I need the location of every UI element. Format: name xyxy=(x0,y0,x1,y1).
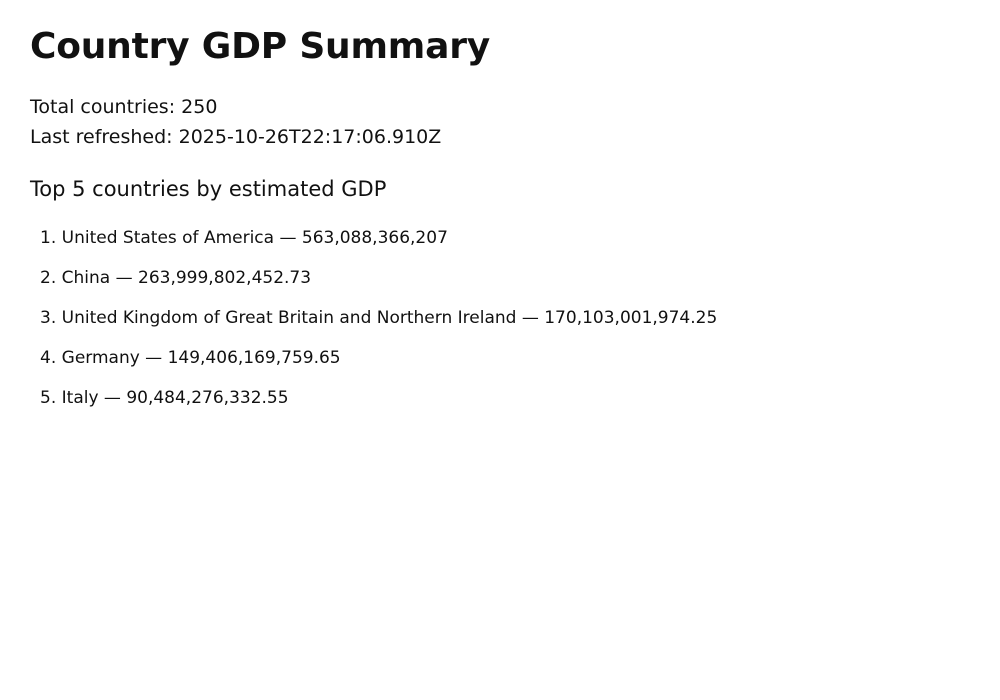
list-item-rank: 5. xyxy=(40,388,57,408)
top-countries-heading: Top 5 countries by estimated GDP xyxy=(30,177,387,201)
list-item: 5. Italy — 90,484,276,332.55 xyxy=(40,378,970,418)
list-item: 4. Germany — 149,406,169,759.65 xyxy=(40,338,970,378)
list-item: 3. United Kingdom of Great Britain and N… xyxy=(40,298,970,338)
gdp-summary-page: Country GDP Summary Total countries: 250… xyxy=(0,0,1000,700)
list-item-text: United Kingdom of Great Britain and Nort… xyxy=(61,308,718,328)
list-item-rank: 4. xyxy=(40,348,57,368)
list-item-rank: 1. xyxy=(40,228,57,248)
list-item-rank: 3. xyxy=(40,308,57,328)
list-item-text: United States of America — 563,088,366,2… xyxy=(61,228,448,248)
last-refreshed-text: Last refreshed: 2025-10-26T22:17:06.910Z xyxy=(30,126,442,148)
list-item: 2. China — 263,999,802,452.73 xyxy=(40,258,970,298)
summary-meta: Total countries: 250 Last refreshed: 202… xyxy=(30,92,970,152)
total-countries-text: Total countries: 250 xyxy=(30,96,218,118)
list-item-text: Italy — 90,484,276,332.55 xyxy=(61,388,289,408)
top-countries-list: 1. United States of America — 563,088,36… xyxy=(30,218,970,418)
list-item: 1. United States of America — 563,088,36… xyxy=(40,218,970,258)
list-item-rank: 2. xyxy=(40,268,57,288)
page-title: Country GDP Summary xyxy=(30,26,491,67)
list-item-text: Germany — 149,406,169,759.65 xyxy=(61,348,341,368)
list-item-text: China — 263,999,802,452.73 xyxy=(61,268,312,288)
